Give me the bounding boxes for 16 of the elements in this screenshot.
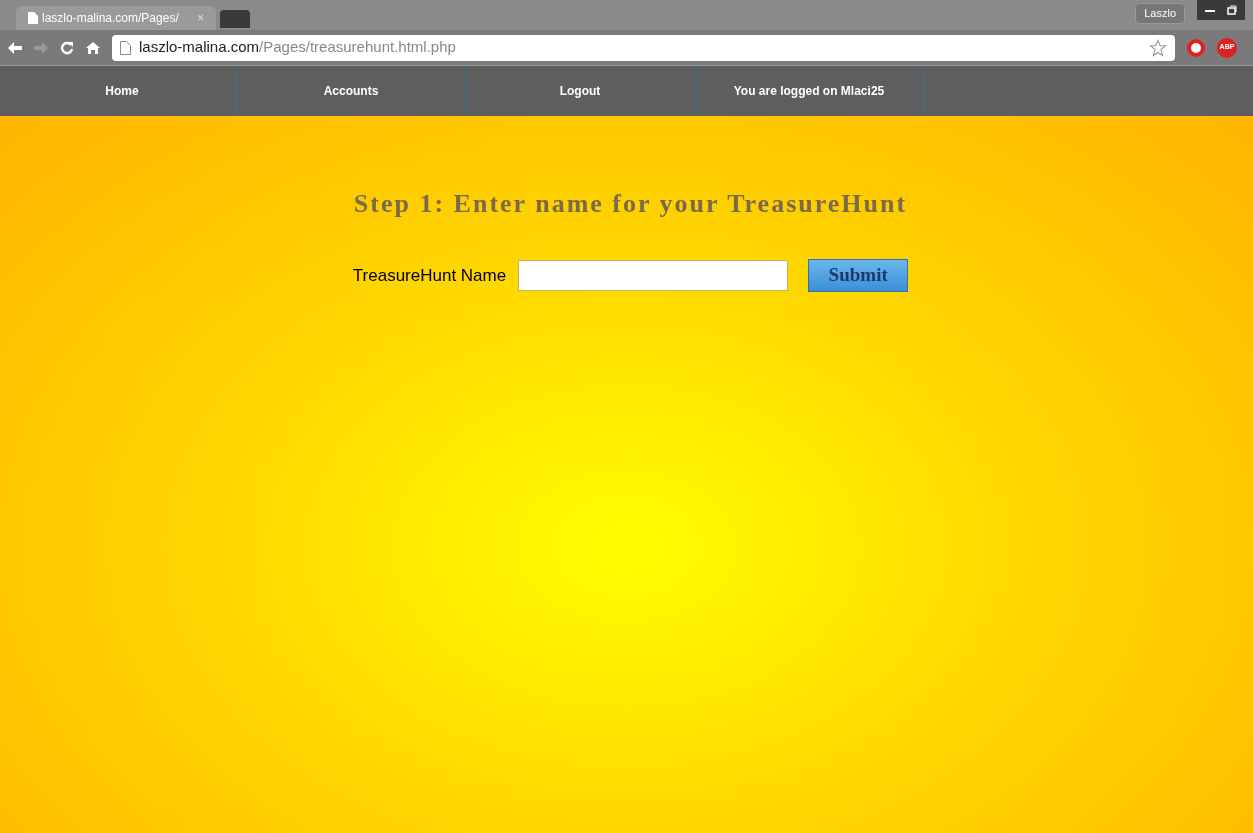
address-field[interactable]: laszlo-malina.com/Pages/treasurehunt.html.php <box>112 34 1175 61</box>
forward-icon <box>34 41 48 54</box>
page-icon <box>120 40 131 55</box>
field-label: TreasureHunt Name <box>352 264 507 287</box>
profile-name[interactable]: Laszlo <box>1135 3 1185 24</box>
star-icon[interactable] <box>1149 38 1167 57</box>
restore-icon[interactable] <box>1227 5 1237 15</box>
back-icon[interactable] <box>8 41 22 54</box>
home-icon[interactable] <box>86 40 100 55</box>
page-heading: Step 1: Enter name for your TreasureHunt <box>353 188 908 220</box>
tab-title: laszlo-malina.com/Pages/ <box>42 10 179 27</box>
name-input-field[interactable] <box>518 260 789 291</box>
url-text: laszlo-malina.com/Pages/treasurehunt.html.php <box>139 37 456 58</box>
reload-icon[interactable] <box>60 40 74 55</box>
page-icon <box>28 12 38 24</box>
submit-button[interactable]: Submit <box>808 259 909 292</box>
